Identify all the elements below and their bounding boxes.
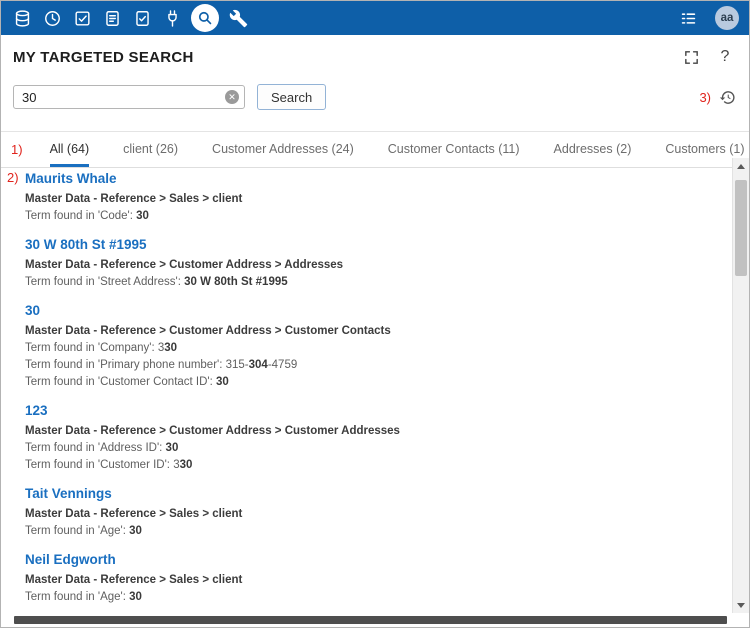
result-term-line: Term found in 'Code': 30 bbox=[25, 209, 724, 223]
top-toolbar: aa bbox=[1, 1, 749, 35]
clear-search-icon[interactable]: ✕ bbox=[225, 90, 239, 104]
search-bar: ✕ Search 3) bbox=[1, 79, 749, 115]
horizontal-scrollbar-thumb[interactable] bbox=[14, 616, 727, 624]
document-lines-icon[interactable] bbox=[101, 7, 123, 29]
database-icon[interactable] bbox=[11, 7, 33, 29]
result-term-line: Term found in 'Primary phone number': 31… bbox=[25, 358, 724, 372]
annotation-2: 2) bbox=[7, 170, 19, 185]
result-term-line: Term found in 'Customer Contact ID': 30 bbox=[25, 375, 724, 389]
result-term-line: Term found in 'Street Address': 30 W 80t… bbox=[25, 275, 724, 289]
result-term-line: Term found in 'Company': 330 bbox=[25, 341, 724, 355]
annotation-1: 1) bbox=[11, 142, 23, 157]
result-breadcrumb: Master Data - Reference > Sales > client bbox=[25, 573, 724, 587]
app-window: aa MY TARGETED SEARCH ? ✕ Search 3) 1) bbox=[0, 0, 750, 628]
result-title-link[interactable]: Maurits Whale bbox=[25, 170, 117, 187]
restore-history-icon[interactable] bbox=[717, 87, 737, 107]
search-input[interactable] bbox=[13, 85, 245, 109]
result-term-line: Term found in 'Age': 30 bbox=[25, 590, 724, 604]
search-button[interactable]: Search bbox=[257, 84, 326, 110]
help-icon[interactable]: ? bbox=[713, 45, 737, 69]
result-title-link[interactable]: 30 W 80th St #1995 bbox=[25, 236, 147, 253]
result-title-link[interactable]: Tait Vennings bbox=[25, 485, 112, 502]
result-item: Neil Edgworth Master Data - Reference > S… bbox=[25, 551, 724, 604]
result-item: 30 Master Data - Reference > Customer Add… bbox=[25, 302, 724, 389]
result-breadcrumb: Master Data - Reference > Customer Addre… bbox=[25, 424, 724, 438]
document-check-icon[interactable] bbox=[131, 7, 153, 29]
result-term-line: Term found in 'Address ID': 30 bbox=[25, 441, 724, 455]
result-title-link[interactable]: 30 bbox=[25, 302, 40, 319]
fullscreen-icon[interactable] bbox=[679, 45, 703, 69]
avatar[interactable]: aa bbox=[715, 6, 739, 30]
result-item: Tait Vennings Master Data - Reference > S… bbox=[25, 485, 724, 538]
clock-icon[interactable] bbox=[41, 7, 63, 29]
result-breadcrumb: Master Data - Reference > Sales > client bbox=[25, 192, 724, 206]
search-icon[interactable] bbox=[191, 4, 219, 32]
plug-icon[interactable] bbox=[161, 7, 183, 29]
result-title-link[interactable]: 123 bbox=[25, 402, 48, 419]
wrench-icon[interactable] bbox=[227, 7, 249, 29]
result-breadcrumb: Master Data - Reference > Sales > client bbox=[25, 507, 724, 521]
result-item: 123 Master Data - Reference > Customer Ad… bbox=[25, 402, 724, 472]
vertical-scrollbar[interactable] bbox=[732, 158, 749, 613]
list-icon[interactable] bbox=[677, 7, 699, 29]
results-list: Maurits Whale Master Data - Reference > S… bbox=[1, 158, 732, 613]
result-breadcrumb: Master Data - Reference > Customer Addre… bbox=[25, 324, 724, 338]
scrollbar-thumb[interactable] bbox=[735, 180, 747, 276]
result-term-line: Term found in 'Age': 30 bbox=[25, 524, 724, 538]
result-item: Maurits Whale Master Data - Reference > S… bbox=[25, 170, 724, 223]
page-title: MY TARGETED SEARCH bbox=[13, 49, 194, 66]
result-item: 30 W 80th St #1995 Master Data - Referenc… bbox=[25, 236, 724, 289]
scroll-up-icon[interactable] bbox=[733, 158, 749, 174]
result-title-link[interactable]: Neil Edgworth bbox=[25, 551, 116, 568]
annotation-3: 3) bbox=[699, 90, 711, 105]
page-header: MY TARGETED SEARCH ? bbox=[1, 35, 749, 79]
result-breadcrumb: Master Data - Reference > Customer Addre… bbox=[25, 258, 724, 272]
search-input-wrap: ✕ bbox=[13, 85, 245, 109]
scroll-down-icon[interactable] bbox=[733, 597, 749, 613]
results-area: 2) Maurits Whale Master Data - Reference … bbox=[1, 158, 749, 613]
result-term-line: Term found in 'Customer ID': 330 bbox=[25, 458, 724, 472]
checkbox-icon[interactable] bbox=[71, 7, 93, 29]
